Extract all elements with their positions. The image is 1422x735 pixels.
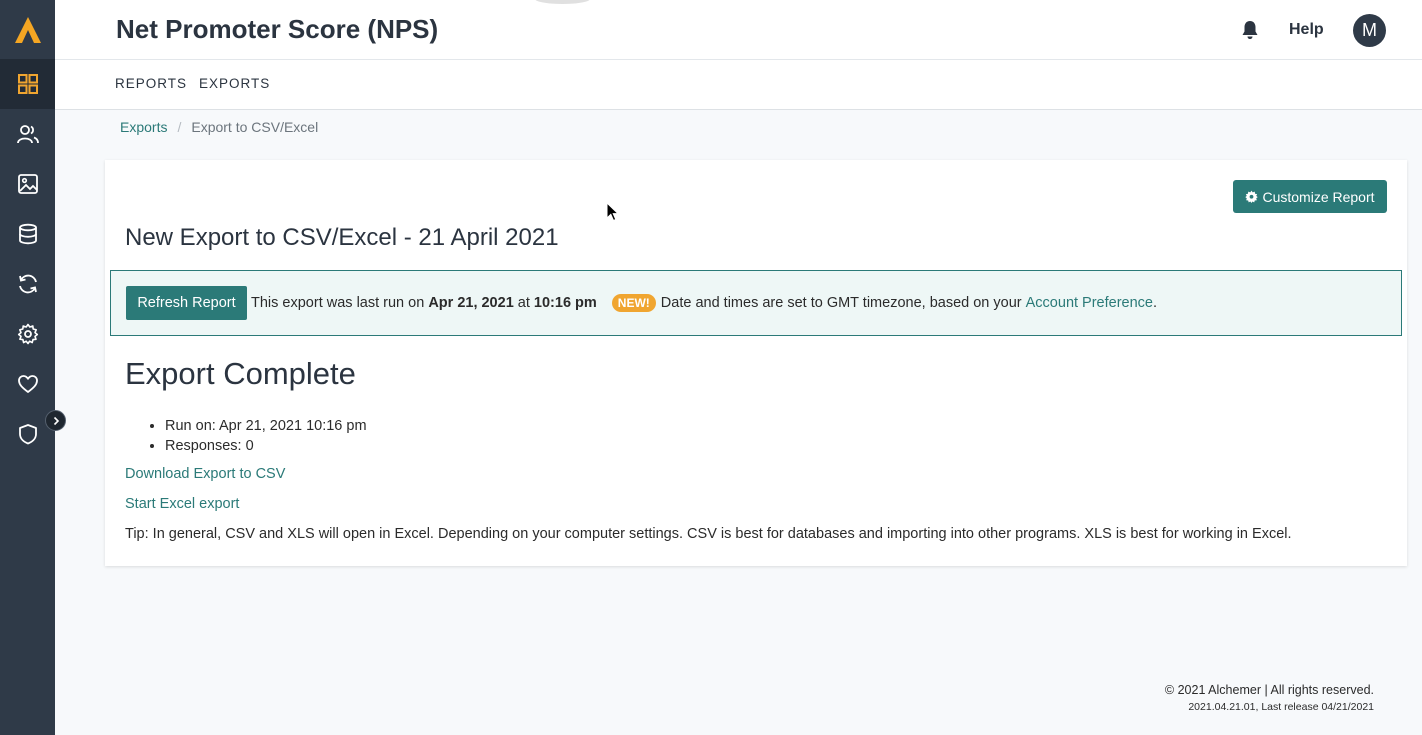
footer-version: 2021.04.21.01, Last release 04/21/2021 (1188, 701, 1374, 713)
expand-sidebar-button[interactable] (45, 410, 66, 431)
footer-copyright: © 2021 Alchemer | All rights reserved. (1164, 683, 1374, 697)
refresh-report-button[interactable]: Refresh Report (126, 286, 247, 320)
export-card: Customize Report New Export to CSV/Excel… (105, 160, 1407, 566)
database-icon (18, 223, 37, 245)
export-summary-list: Run on: Apr 21, 2021 10:16 pm Responses:… (165, 416, 367, 456)
info-at: at (517, 295, 530, 311)
customize-report-button[interactable]: Customize Report (1233, 180, 1387, 213)
shield-icon (18, 424, 37, 445)
gear-icon (17, 323, 38, 345)
info-period: . (1153, 295, 1158, 311)
export-title: New Export to CSV/Excel - 21 April 2021 (125, 224, 559, 251)
tab-reports[interactable]: REPORTS (115, 76, 187, 91)
customize-report-label: Customize Report (1262, 188, 1375, 205)
page-title: Net Promoter Score (NPS) (116, 14, 439, 44)
download-csv-link[interactable]: Download Export to CSV (125, 466, 285, 482)
tip-text: Tip: In general, CSV and XLS will open i… (125, 526, 1292, 542)
dashboard-icon (17, 74, 38, 94)
sidebar-item-users[interactable] (0, 109, 55, 159)
sidebar-item-dashboard[interactable] (0, 59, 55, 109)
breadcrumb-separator: / (177, 119, 182, 135)
sidebar-item-database[interactable] (0, 209, 55, 259)
breadcrumb: Exports / Export to CSV/Excel (120, 119, 318, 135)
sub-nav: REPORTS EXPORTS (55, 60, 1422, 110)
export-complete-heading: Export Complete (125, 356, 356, 391)
sidebar-item-settings[interactable] (0, 309, 55, 359)
sidebar-item-images[interactable] (0, 159, 55, 209)
info-prefix: This export was last run on (251, 295, 425, 311)
help-link[interactable]: Help (1289, 21, 1324, 39)
list-item-run-on: Run on: Apr 21, 2021 10:16 pm (165, 416, 367, 436)
tab-exports[interactable]: EXPORTS (199, 76, 270, 91)
info-time: 10:16 pm (533, 295, 597, 311)
sidebar-item-favorites[interactable] (0, 359, 55, 409)
sidebar (0, 0, 55, 735)
mouse-cursor-icon (606, 202, 620, 222)
info-timezone: Date and times are set to GMT timezone, … (660, 295, 1022, 311)
sidebar-item-integrations[interactable] (0, 259, 55, 309)
bell-icon[interactable] (1239, 19, 1261, 41)
alchemer-logo[interactable] (0, 0, 55, 59)
info-date: Apr 21, 2021 (428, 295, 514, 311)
logo-icon (14, 16, 41, 43)
avatar[interactable]: M (1353, 14, 1386, 47)
heart-icon (17, 375, 38, 393)
users-icon (16, 125, 39, 144)
image-icon (17, 174, 38, 194)
export-info-alert: Refresh Report This export was last run … (110, 270, 1402, 336)
new-badge: NEW! (611, 294, 656, 312)
breadcrumb-exports-link[interactable]: Exports (120, 119, 167, 135)
start-excel-export-link[interactable]: Start Excel export (125, 496, 239, 512)
gear-icon (1245, 190, 1259, 203)
chevron-right-icon (53, 416, 59, 425)
list-item-responses: Responses: 0 (165, 436, 367, 456)
account-preference-link[interactable]: Account Preference (1026, 295, 1153, 311)
sync-icon (18, 274, 37, 294)
top-bar: Net Promoter Score (NPS) Help M (55, 0, 1422, 60)
decorative-shadow (535, 0, 590, 4)
breadcrumb-current: Export to CSV/Excel (191, 119, 319, 135)
